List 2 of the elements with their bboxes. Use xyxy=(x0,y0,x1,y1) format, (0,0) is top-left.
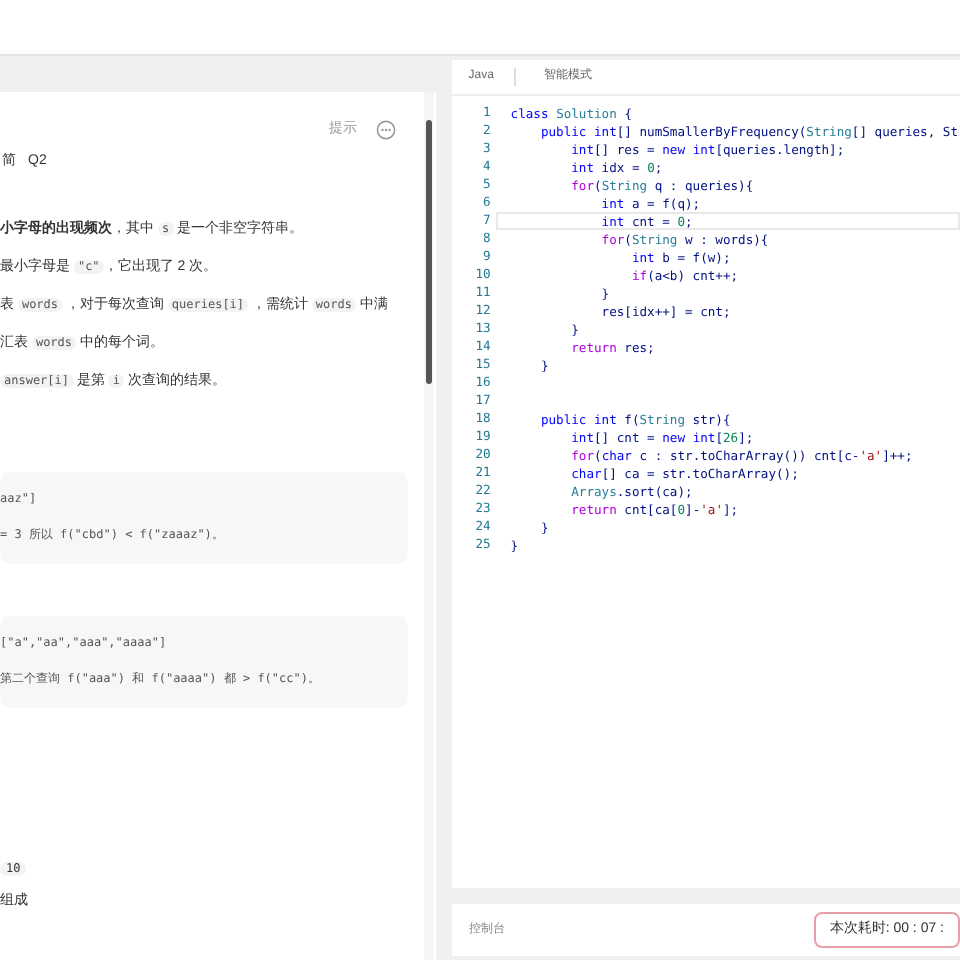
scrollbar[interactable] xyxy=(424,92,435,960)
more-icon[interactable] xyxy=(376,120,397,140)
